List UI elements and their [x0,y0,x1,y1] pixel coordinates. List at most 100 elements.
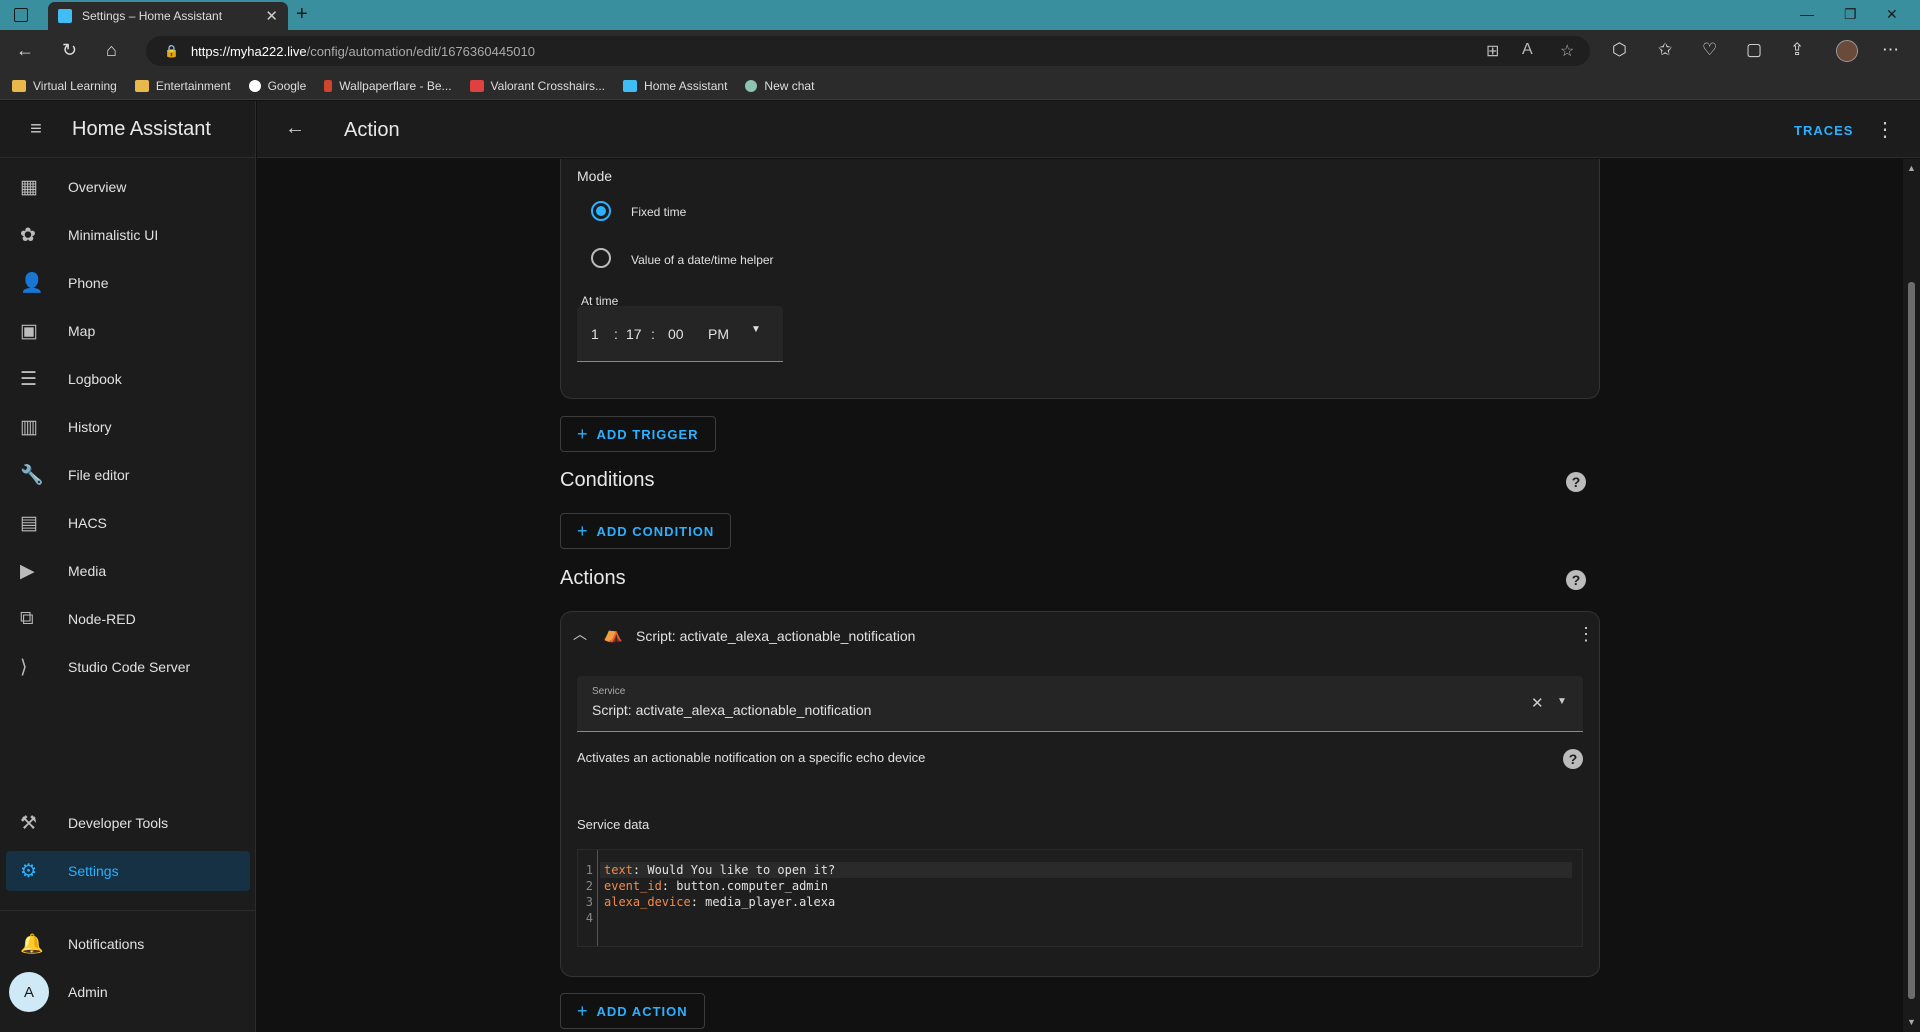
wallpaperflare-icon [324,79,333,92]
url-path: /config/automation/edit/1676360445010 [306,43,535,59]
profile-avatar[interactable] [1836,40,1858,62]
new-tab-icon[interactable]: + [296,3,308,26]
minimize-icon[interactable]: — [1800,6,1814,22]
bookmark-new-chat[interactable]: New chat [745,79,814,93]
scroll-thumb[interactable] [1908,282,1915,999]
sidebar-item-profile[interactable]: A Admin [6,972,250,1012]
yaml-key: event_id [604,879,662,893]
sidebar-item-map[interactable]: ▣ Map [6,311,250,351]
bookmark-google[interactable]: Google [248,79,306,93]
chart-icon: ▥ [20,416,38,438]
chevron-down-icon[interactable]: ▼ [1557,696,1567,707]
bookmark-entertainment[interactable]: Entertainment [134,79,231,93]
help-icon[interactable]: ? [1566,570,1586,590]
back-icon[interactable]: ← [16,40,34,61]
line-number: 4 [585,911,593,925]
help-icon[interactable]: ? [1563,749,1583,769]
read-aloud-icon[interactable]: A [1522,41,1533,59]
service-data-label: Service data [577,817,650,832]
sidebar-item-label: Minimalistic UI [68,227,159,243]
sidebar-item-hacs[interactable]: ▤ HACS [6,503,250,543]
radio-datetime-helper[interactable] [591,248,611,268]
sidebar-item-phone[interactable]: 👤 Phone [6,263,250,303]
second-input[interactable]: 00 [668,326,684,342]
sidebar-item-developer-tools[interactable]: ⚒ Developer Tools [6,803,250,843]
share-icon[interactable]: ⇪ [1790,40,1804,60]
sidebar-item-notifications[interactable]: 🔔 Notifications [6,924,250,964]
tab-actions-icon[interactable] [14,8,28,22]
sidebar-item-label: History [68,419,112,435]
sidebar-item-settings[interactable]: ⚙ Settings [6,851,250,891]
time-picker[interactable]: 1 : 17 : 00 PM ▼ [577,306,783,362]
minute-input[interactable]: 17 [626,326,642,342]
refresh-icon[interactable]: ↻ [62,40,77,61]
scroll-down-icon[interactable]: ▼ [1907,1017,1916,1027]
bookmark-virtual-learning[interactable]: Virtual Learning [12,79,117,93]
sidebar-item-overview[interactable]: ▦ Overview [6,167,250,207]
extensions-icon[interactable]: ⬡ [1612,40,1627,60]
favorite-star-icon[interactable]: ☆ [1560,41,1574,61]
ampm-select[interactable]: PM [708,326,729,342]
yaml-code-editor[interactable]: 1 2 3 4 text: Would You like to open it?… [577,849,1583,947]
close-window-icon[interactable]: ✕ [1886,6,1898,23]
scroll-up-icon[interactable]: ▲ [1907,163,1916,173]
sidebar-divider [0,910,256,911]
hour-input[interactable]: 1 [591,326,599,342]
clear-icon[interactable]: ✕ [1531,694,1544,712]
traces-button[interactable]: TRACES [1794,123,1853,138]
bell-icon: 🔔 [20,934,44,955]
app-available-icon[interactable]: ⊞ [1486,41,1499,61]
action-overflow-menu-icon[interactable]: ⋮ [1577,624,1595,645]
chevron-up-icon[interactable]: ︿ [573,624,587,644]
sidebar-item-node-red[interactable]: ⧉ Node-RED [6,599,250,639]
sidebar-header: ≡ Home Assistant [0,101,255,158]
line-number: 1 [585,863,593,877]
radio-fixed-time[interactable] [591,201,611,221]
sidebar-toggle-icon[interactable]: ≡ [0,118,72,141]
add-condition-button[interactable]: + ADD CONDITION [560,513,732,549]
add-action-label: ADD ACTION [596,1003,688,1019]
add-action-button[interactable]: + ADD ACTION [560,993,705,1029]
close-tab-icon[interactable]: ✕ [265,7,278,25]
page-scrollbar[interactable]: ▲ ▼ [1903,159,1920,1032]
sidebar-item-label: Developer Tools [68,815,169,831]
actions-title: Actions [560,567,626,589]
add-trigger-button[interactable]: + ADD TRIGGER [560,416,716,452]
sidebar-item-minimalistic-ui[interactable]: ✿ Minimalistic UI [6,215,250,255]
chevron-down-icon[interactable]: ▼ [751,324,761,335]
browser-essentials-icon[interactable]: ♡ [1702,40,1717,60]
sidebar-item-history[interactable]: ▥ History [6,407,250,447]
bookmark-wallpaperflare[interactable]: Wallpaperflare - Be... [324,79,452,93]
sidebar-item-label: Overview [68,179,127,195]
help-icon[interactable]: ? [1566,472,1586,492]
code-lines: text: Would You like to open it? event_i… [600,850,1572,926]
browser-tab[interactable]: Settings – Home Assistant ✕ [48,2,288,30]
bookmark-home-assistant[interactable]: Home Assistant [623,79,727,93]
time-separator: : [651,326,655,342]
sidebar-item-logbook[interactable]: ☰ Logbook [6,359,250,399]
collections-icon[interactable]: ▢ [1746,40,1762,60]
overflow-menu-icon[interactable]: ⋮ [1875,117,1895,142]
home-icon[interactable]: ⌂ [106,40,117,61]
page-toolbar: ← Action TRACES ⋮ [257,101,1920,158]
code-line: event_id: button.computer_admin [604,878,1572,894]
action-title[interactable]: Script: activate_alexa_actionable_notifi… [636,628,915,644]
arrow-left-icon[interactable]: ← [285,117,305,140]
sidebar-item-media[interactable]: ▶ Media [6,551,250,591]
more-menu-icon[interactable]: ⋯ [1882,40,1899,60]
hacs-icon: ▤ [20,512,38,534]
sidebar-item-studio-code-server[interactable]: ⟩ Studio Code Server [6,647,250,687]
time-separator: : [614,326,618,342]
address-bar[interactable]: 🔒 https://myha222.live /config/automatio… [146,36,1590,66]
sidebar-item-file-editor[interactable]: 🔧 File editor [6,455,250,495]
sidebar-item-label: File editor [68,467,130,483]
restore-icon[interactable]: ❐ [1844,6,1857,23]
yaml-key: text [604,863,633,877]
bookmark-valorant[interactable]: Valorant Crosshairs... [469,79,605,93]
sidebar-item-label: Admin [68,984,108,1000]
bookmark-label: Home Assistant [644,78,728,93]
service-select[interactable]: Service Script: activate_alexa_actionabl… [577,676,1583,732]
favorites-icon[interactable]: ✩ [1658,40,1672,60]
line-number: 3 [585,895,593,909]
